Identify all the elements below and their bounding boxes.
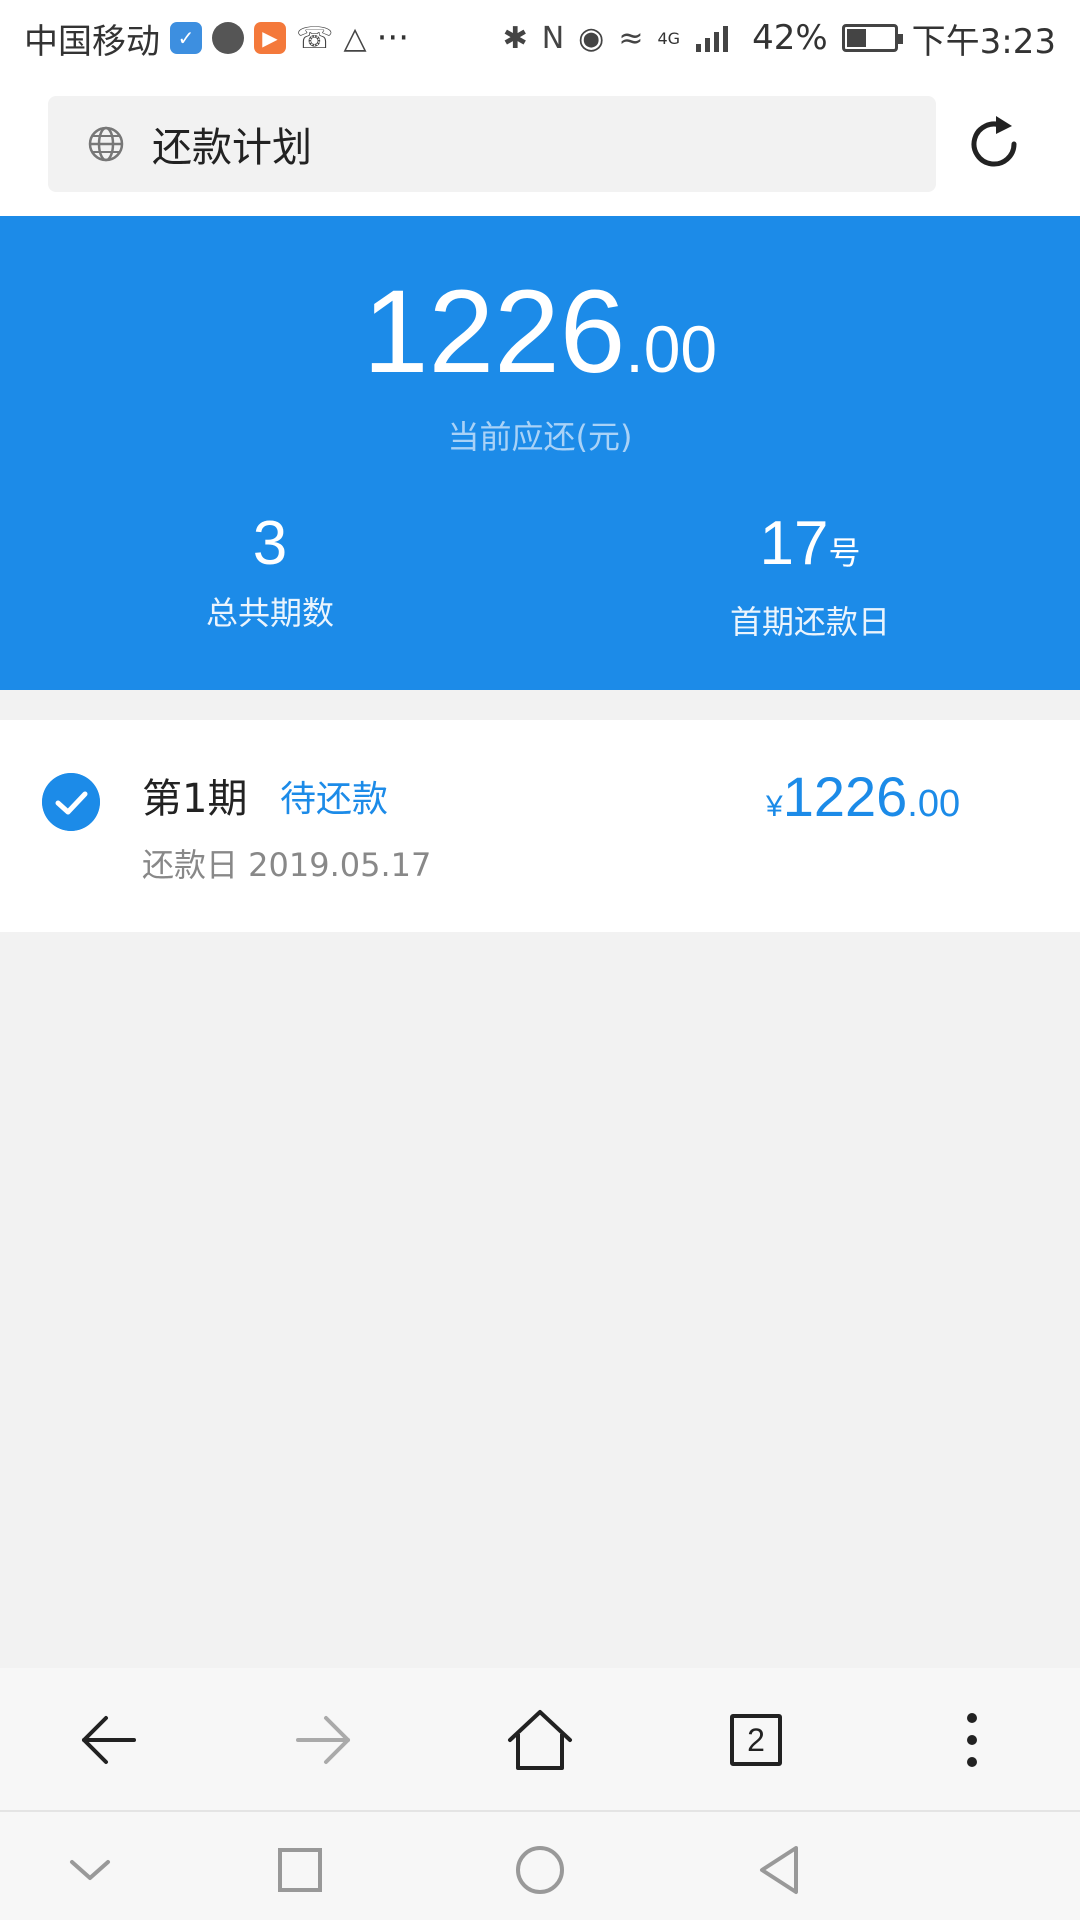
- total-periods-value: 3: [252, 509, 288, 578]
- current-due-integer: 1226: [362, 266, 626, 398]
- installment-amount-decimal: .00: [907, 783, 961, 825]
- address-bar[interactable]: 还款计划: [48, 96, 936, 192]
- triangle-back-icon[interactable]: [752, 1842, 808, 1898]
- missed-call-icon: ☏: [296, 20, 334, 56]
- installment-amount: ¥1226.00: [766, 764, 960, 829]
- back-arrow-icon[interactable]: [72, 1704, 144, 1776]
- browser-address-row: 还款计划: [0, 76, 1080, 216]
- chevron-down-icon[interactable]: [62, 1842, 118, 1898]
- network-type: 4G: [657, 28, 681, 48]
- current-due-amount: 1226.00: [0, 264, 1080, 400]
- nfc-icon: N: [541, 20, 565, 56]
- installment-due-date: 还款日 2019.05.17: [142, 846, 432, 884]
- repayment-summary: 1226.00 当前应还(元) 3 总共期数 17号 首期还款日: [0, 216, 1080, 690]
- check-circle-icon[interactable]: [42, 773, 100, 831]
- square-icon[interactable]: [272, 1842, 328, 1898]
- status-right: ✱ N ◉ ≈ 4G 42% 下午3:23: [503, 14, 1056, 63]
- first-due-day-label: 首期还款日: [729, 603, 890, 641]
- installment-item[interactable]: 第1期 待还款 还款日 2019.05.17 ¥1226.00: [0, 720, 1080, 932]
- battery-level: [846, 29, 866, 47]
- installment-period: 第1期: [142, 776, 248, 822]
- bluetooth-icon: ✱: [502, 20, 528, 56]
- globe-icon: [88, 126, 124, 162]
- video-icon: ▶: [254, 22, 286, 54]
- circle-icon[interactable]: [512, 1842, 568, 1898]
- first-due-day-number: 17: [759, 509, 829, 578]
- chat-icon: [212, 22, 244, 54]
- app-notification-icon: △: [343, 20, 367, 56]
- battery-percent: 42%: [752, 18, 828, 58]
- carrier-label: 中国移动: [24, 21, 160, 62]
- eye-comfort-icon: ◉: [578, 20, 605, 56]
- clock: 下午3:23: [911, 21, 1056, 62]
- current-due-label: 当前应还(元): [447, 418, 633, 456]
- total-periods-stat: 3 总共期数: [120, 512, 420, 634]
- signal-icon: [696, 26, 729, 52]
- more-vertical-icon[interactable]: [936, 1704, 1008, 1776]
- home-icon[interactable]: [504, 1704, 576, 1776]
- system-navigation-bar: [0, 1812, 1080, 1920]
- installment-amount-integer: 1226: [782, 765, 908, 828]
- first-due-day-value: 17号: [660, 512, 960, 585]
- wifi-icon: ≈: [618, 20, 644, 56]
- first-due-day-stat: 17号 首期还款日: [660, 512, 960, 643]
- first-due-day-unit: 号: [828, 535, 861, 571]
- currency-symbol: ¥: [766, 790, 783, 823]
- shield-icon: ✓: [170, 22, 202, 54]
- refresh-icon[interactable]: [962, 112, 1026, 176]
- status-left: 中国移动 ✓ ▶ ☏ △ ···: [24, 14, 409, 63]
- browser-toolbar: 2: [0, 1668, 1080, 1812]
- battery-icon: [841, 24, 903, 52]
- forward-arrow-icon[interactable]: [288, 1704, 360, 1776]
- status-bar: 中国移动 ✓ ▶ ☏ △ ··· ✱ N ◉ ≈ 4G 42% 下午3:23: [0, 0, 1080, 76]
- installment-status: 待还款: [280, 779, 389, 820]
- page-title: 还款计划: [152, 125, 312, 171]
- tabs-icon[interactable]: 2: [730, 1714, 802, 1786]
- tab-count: 2: [730, 1714, 782, 1766]
- total-periods-label: 总共期数: [205, 594, 334, 632]
- current-due-decimal: .00: [625, 312, 718, 386]
- more-notifications-icon: ···: [376, 18, 410, 58]
